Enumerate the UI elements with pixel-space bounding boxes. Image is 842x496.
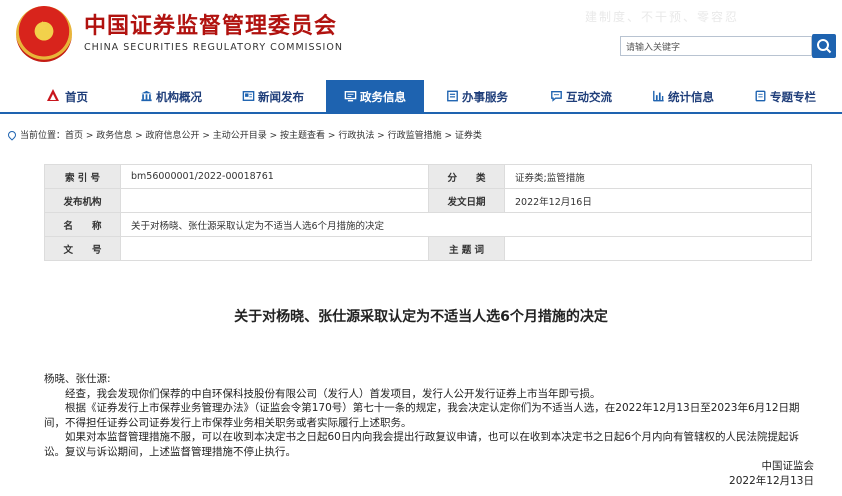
docno-label: 文 号 [44, 236, 121, 261]
search-button[interactable] [812, 34, 836, 58]
home-icon [47, 89, 59, 101]
signature: 中国证监会 [761, 460, 815, 472]
document-title: 关于对杨晓、张仕源采取认定为不适当人选6个月措施的决定 [234, 309, 608, 325]
category-value: 证券类;监管措施 [504, 164, 812, 189]
paragraph-3: 如果对本监督管理措施不服，可以在收到本决定书之日起60日内向我会提出行政复议申请… [44, 431, 800, 458]
name-label: 名 称 [44, 212, 121, 237]
document-icon [755, 90, 766, 102]
nav-about[interactable]: 机构概况 [140, 80, 202, 114]
nav-statistics-label: 统计信息 [668, 90, 714, 104]
index-label: 索 引 号 [44, 164, 121, 189]
nav-service-label: 办事服务 [462, 90, 508, 104]
nav-news-label: 新闻发布 [258, 90, 304, 104]
monitor-icon [344, 91, 357, 102]
nav-gov-info[interactable]: 政务信息 [326, 80, 424, 114]
nav-gov-info-label: 政务信息 [360, 90, 406, 104]
search-input[interactable]: 请输入关键字 [620, 36, 812, 56]
publisher-label: 发布机构 [44, 188, 121, 213]
breadcrumb[interactable]: 当前位置：首页 > 政务信息 > 政府信息公开 > 主动公开目录 > 按主题查看… [6, 128, 482, 141]
breadcrumb-text[interactable]: 当前位置：首页 > 政务信息 > 政府信息公开 > 主动公开目录 > 按主题查看… [20, 131, 482, 141]
date-label: 发文日期 [428, 188, 505, 213]
docno-value [120, 236, 429, 261]
location-pin-icon [6, 129, 18, 141]
nav-topics[interactable]: 专题专栏 [754, 80, 816, 114]
search-icon [817, 39, 832, 54]
nav-about-label: 机构概况 [156, 90, 202, 104]
keyword-label: 主 题 词 [428, 236, 505, 261]
service-icon [447, 90, 458, 102]
paragraph-2: 根据《证券发行上市保荐业务管理办法》（证监会令第170号）第七十一条的规定，我会… [44, 402, 800, 429]
document-info-table: 索 引 号 bm56000001/2022-00018761 分 类 证券类;监… [44, 164, 812, 261]
publisher-value [120, 188, 429, 213]
site-slogan: 建制度、不干预、零容忍 [585, 10, 740, 24]
sign-date: 2022年12月13日 [729, 474, 814, 487]
document-body: 杨晓、张仕源: 经查，我会发现你们保荐的中自环保科技股份有限公司（发行人）首发项… [44, 372, 814, 488]
nav-home[interactable]: 首页 [44, 80, 88, 114]
salutation: 杨晓、张仕源: [44, 373, 111, 385]
news-icon [242, 91, 255, 101]
name-value: 关于对杨晓、张仕源采取认定为不适当人选6个月措施的决定 [120, 212, 812, 237]
national-emblem-icon: ★ [16, 6, 72, 62]
index-value: bm56000001/2022-00018761 [120, 164, 429, 189]
main-nav: 首页 机构概况 新闻发布 政务信息 办事服务 互动交流 统计信息 专题专栏 [0, 80, 842, 114]
nav-service[interactable]: 办事服务 [446, 80, 508, 114]
date-value: 2022年12月16日 [504, 188, 812, 213]
site-title[interactable]: 中国证券监督管理委员会 [84, 8, 337, 40]
keyword-value [504, 236, 812, 261]
nav-home-label: 首页 [65, 90, 88, 104]
category-label: 分 类 [428, 164, 505, 189]
nav-interaction-label: 互动交流 [566, 90, 612, 104]
nav-topics-label: 专题专栏 [770, 90, 816, 104]
chat-icon [551, 91, 562, 102]
nav-interaction[interactable]: 互动交流 [550, 80, 612, 114]
nav-news[interactable]: 新闻发布 [242, 80, 304, 114]
nav-statistics[interactable]: 统计信息 [652, 80, 714, 114]
site-subtitle: CHINA SECURITIES REGULATORY COMMISSION [84, 42, 343, 53]
chart-icon [653, 90, 664, 102]
building-icon [141, 90, 152, 102]
site-header: ★ 中国证券监督管理委员会 CHINA SECURITIES REGULATOR… [0, 0, 842, 80]
paragraph-1: 经查，我会发现你们保荐的中自环保科技股份有限公司（发行人）首发项目，发行人公开发… [65, 387, 601, 400]
